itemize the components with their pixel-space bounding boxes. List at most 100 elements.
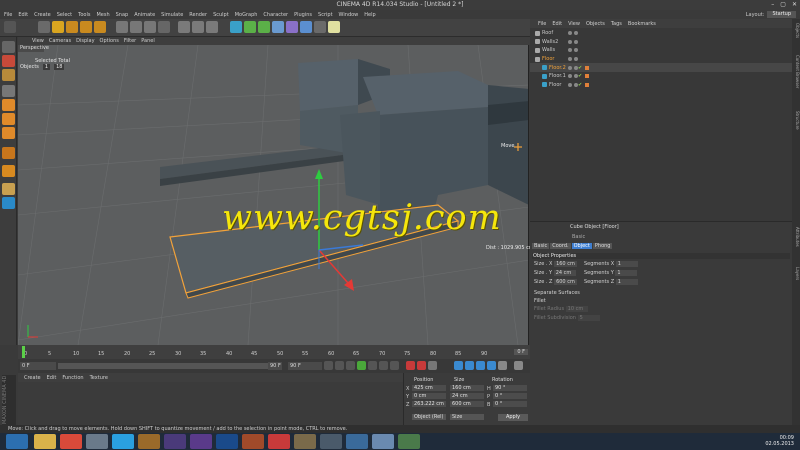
phong-tag-icon[interactable]	[585, 82, 589, 87]
floor-icon[interactable]	[300, 21, 312, 33]
phong-tag-icon[interactable]	[585, 65, 589, 70]
app-icon[interactable]	[398, 434, 420, 449]
object-row[interactable]: Walls2	[530, 38, 792, 47]
enabled-check-icon[interactable]: ✔	[578, 82, 582, 88]
object-row[interactable]: Floor.1 ✔	[530, 72, 792, 81]
size-mode-dropdown[interactable]: Size	[450, 414, 484, 420]
menu-simulate[interactable]: Simulate	[161, 12, 183, 18]
app-icon[interactable]	[346, 434, 368, 449]
om-menu-objects[interactable]: Objects	[586, 21, 605, 27]
start-frame-field[interactable]: 0 F	[20, 362, 56, 370]
preview-range-slider[interactable]	[58, 363, 280, 369]
tab-structure-vertical[interactable]: Structure	[792, 111, 800, 130]
next-frame-icon[interactable]	[368, 361, 377, 370]
menu-character[interactable]: Character	[263, 12, 288, 18]
end-frame-field[interactable]: 90 F	[288, 362, 322, 370]
tab-basic[interactable]: Basic	[532, 243, 550, 249]
sculpt-icon[interactable]	[2, 197, 15, 209]
rotation-key-icon[interactable]	[476, 361, 485, 370]
polygons-mode-icon[interactable]	[2, 127, 15, 139]
viewport-menu-panel[interactable]: Panel	[141, 38, 155, 44]
workplane-icon[interactable]	[2, 85, 15, 97]
size-x-input[interactable]: 160 cm	[554, 261, 577, 267]
menu-plugins[interactable]: Plugins	[294, 12, 312, 18]
position-x-field[interactable]: 425 cm	[412, 385, 446, 391]
segments-z-input[interactable]: 1	[615, 279, 638, 285]
material-menu-texture[interactable]: Texture	[90, 375, 108, 381]
fillet-checkbox[interactable]: Fillet	[534, 298, 546, 304]
om-menu-file[interactable]: File	[538, 21, 546, 27]
rotation-h-field[interactable]: 90 °	[493, 385, 527, 391]
render-visibility-icon[interactable]	[574, 57, 578, 62]
make-editable-icon[interactable]	[2, 41, 15, 53]
menu-tools[interactable]: Tools	[78, 12, 90, 18]
timeline-ruler[interactable]: 0 5 10 15 20 25 30 35 40 45 50 55 60 65 …	[18, 345, 530, 359]
rotation-b-field[interactable]: 0 °	[493, 401, 527, 407]
tab-objects-vertical[interactable]: Objects	[792, 23, 800, 38]
start-button-icon[interactable]	[6, 434, 28, 449]
om-menu-view[interactable]: View	[568, 21, 580, 27]
autokey-icon[interactable]	[417, 361, 426, 370]
size-z-input[interactable]: 600 cm	[554, 279, 577, 285]
photoshop-icon[interactable]	[216, 434, 238, 449]
position-key-icon[interactable]	[454, 361, 463, 370]
app-icon[interactable]	[268, 434, 290, 449]
app-icon[interactable]	[372, 434, 394, 449]
axis-mode-icon[interactable]	[2, 147, 15, 159]
select-arrow-icon[interactable]	[38, 21, 50, 33]
object-row[interactable]: Floor.2 ✔	[530, 63, 792, 72]
position-y-field[interactable]: 0 cm	[412, 393, 446, 399]
rotation-p-field[interactable]: 0 °	[493, 393, 527, 399]
editor-visibility-icon[interactable]	[568, 74, 572, 79]
menu-select[interactable]: Select	[57, 12, 72, 18]
position-z-field[interactable]: 263.222 cm	[412, 401, 446, 407]
apply-button[interactable]: Apply	[498, 414, 528, 421]
premiere-icon[interactable]	[190, 434, 212, 449]
render-visibility-icon[interactable]	[574, 31, 578, 36]
deformer-icon[interactable]	[286, 21, 298, 33]
menu-help[interactable]: Help	[364, 12, 375, 18]
tweak-mode-icon[interactable]	[2, 165, 15, 177]
material-menu-create[interactable]: Create	[24, 375, 41, 381]
material-menu-edit[interactable]: Edit	[47, 375, 57, 381]
enabled-check-icon[interactable]: ✔	[578, 65, 582, 71]
tab-object[interactable]: Object	[571, 243, 592, 249]
object-row[interactable]: Floor ✔	[530, 81, 792, 90]
menu-window[interactable]: Window	[339, 12, 359, 18]
editor-visibility-icon[interactable]	[568, 65, 572, 70]
undo-icon[interactable]	[4, 21, 16, 33]
size-y-input[interactable]: 24 cm	[553, 270, 576, 276]
fillet-subdivision-input[interactable]: 5	[577, 315, 600, 321]
y-axis-lock-icon[interactable]	[130, 21, 142, 33]
editor-visibility-icon[interactable]	[568, 57, 572, 62]
render-visibility-icon[interactable]	[574, 39, 578, 44]
skype-icon[interactable]	[112, 434, 134, 449]
app-icon[interactable]	[242, 434, 264, 449]
editor-visibility-icon[interactable]	[568, 31, 572, 36]
maximize-button[interactable]: ▢	[780, 1, 786, 8]
editor-visibility-icon[interactable]	[568, 48, 572, 53]
size-z-field[interactable]: 600 cm	[450, 401, 484, 407]
last-tool-icon[interactable]	[94, 21, 106, 33]
preview-end-field[interactable]: 90 F	[268, 362, 282, 370]
explorer-icon[interactable]	[34, 434, 56, 449]
play-icon[interactable]	[357, 361, 366, 370]
menu-snap[interactable]: Snap	[116, 12, 129, 18]
menu-create[interactable]: Create	[34, 12, 51, 18]
scale-tool-icon[interactable]	[66, 21, 78, 33]
render-visibility-icon[interactable]	[574, 48, 578, 53]
viewport-menu-filter[interactable]: Filter	[124, 38, 136, 44]
layout-dropdown[interactable]: Startup	[767, 11, 796, 18]
tab-phong[interactable]: Phong	[592, 243, 613, 249]
cube-object-icon[interactable]	[230, 21, 242, 33]
coordinate-mode-dropdown[interactable]: Object (Rel)	[412, 414, 446, 420]
menu-mesh[interactable]: Mesh	[96, 12, 109, 18]
om-menu-edit[interactable]: Edit	[552, 21, 562, 27]
go-to-start-icon[interactable]	[324, 361, 333, 370]
object-row[interactable]: Walls	[530, 46, 792, 55]
menu-sculpt[interactable]: Sculpt	[213, 12, 229, 18]
tab-content-browser-vertical[interactable]: Content Browser	[792, 55, 800, 88]
object-row[interactable]: Floor	[530, 55, 792, 64]
points-mode-icon[interactable]	[2, 99, 15, 111]
menu-file[interactable]: File	[4, 12, 12, 18]
